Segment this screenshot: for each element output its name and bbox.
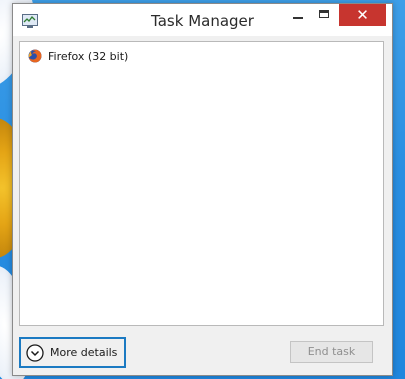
end-task-button[interactable]: End task xyxy=(290,341,373,363)
more-details-label: More details xyxy=(50,346,118,359)
maximize-button[interactable] xyxy=(311,4,337,26)
minimize-button[interactable] xyxy=(285,4,311,26)
process-list[interactable]: Firefox (32 bit) xyxy=(19,41,384,326)
more-details-button[interactable]: More details xyxy=(19,337,126,368)
close-icon: ✕ xyxy=(356,6,369,24)
firefox-icon xyxy=(28,49,42,63)
task-manager-window: Task Manager ✕ Firefox (32 bit) More det… xyxy=(12,3,393,376)
chevron-down-icon xyxy=(26,343,44,362)
list-item[interactable]: Firefox (32 bit) xyxy=(28,48,128,64)
maximize-icon xyxy=(319,10,329,18)
title-bar[interactable]: Task Manager ✕ xyxy=(13,4,392,36)
desktop-background: Task Manager ✕ Firefox (32 bit) More det… xyxy=(0,0,405,379)
process-name: Firefox (32 bit) xyxy=(48,49,129,63)
close-button[interactable]: ✕ xyxy=(339,4,386,26)
minimize-icon xyxy=(293,17,303,19)
